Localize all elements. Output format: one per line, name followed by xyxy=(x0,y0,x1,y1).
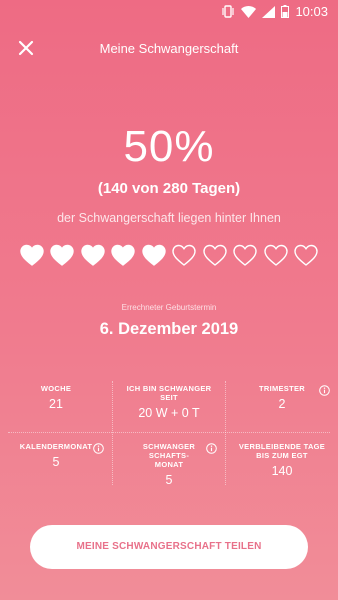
stat-verbleibende-tage: VERBLEIBENDE TAGE BIS ZUM EGT 140 xyxy=(226,433,338,489)
stat-label: WOCHE xyxy=(40,384,72,393)
stat-trimester: TRIMESTER 2 xyxy=(226,375,338,431)
stat-woche: WOCHE 21 xyxy=(0,375,112,431)
progress-days: (140 von 280 Tagen) xyxy=(97,180,241,197)
stat-value: 20 W + 0 T xyxy=(138,406,200,420)
vibrate-icon xyxy=(221,5,235,18)
heart-outline-icon xyxy=(172,244,196,266)
status-time: 10:03 xyxy=(295,4,328,19)
info-icon[interactable] xyxy=(206,443,217,454)
progress-percent: 50% xyxy=(123,122,215,171)
heart-filled-icon xyxy=(142,244,166,266)
stat-label: VERBLEIBENDE TAGE BIS ZUM EGT xyxy=(238,442,326,460)
header: Meine Schwangerschaft xyxy=(0,30,338,66)
stats-grid: WOCHE 21 ICH BIN SCHWANGER SEIT 20 W + 0… xyxy=(0,375,338,491)
hearts-progress xyxy=(20,244,318,266)
stat-schwangerschaftsmonat: SCHWANGER SCHAFTS- MONAT 5 xyxy=(113,433,225,489)
info-icon[interactable] xyxy=(319,385,330,396)
stat-value: 5 xyxy=(52,455,60,469)
heart-filled-icon xyxy=(20,244,44,266)
heart-filled-icon xyxy=(50,244,75,266)
stat-schwanger-seit: ICH BIN SCHWANGER SEIT 20 W + 0 T xyxy=(113,375,225,431)
stat-value: 5 xyxy=(165,473,173,487)
due-date: 6. Dezember 2019 xyxy=(99,320,239,338)
battery-icon xyxy=(281,5,290,18)
status-bar: 10:03 xyxy=(0,0,338,24)
stat-value: 21 xyxy=(49,397,63,411)
wifi-icon xyxy=(241,5,257,18)
info-icon[interactable] xyxy=(93,443,104,454)
heart-outline-icon xyxy=(202,244,227,266)
heart-outline-icon xyxy=(233,244,257,266)
heart-outline-icon xyxy=(294,244,318,266)
page-title: Meine Schwangerschaft xyxy=(99,41,239,56)
heart-outline-icon xyxy=(263,244,288,266)
heart-filled-icon xyxy=(81,244,105,266)
stat-value: 2 xyxy=(278,397,286,411)
stat-kalendermonat: KALENDERMONAT 5 xyxy=(0,433,112,489)
signal-icon xyxy=(262,5,276,18)
share-button[interactable]: MEINE SCHWANGERSCHAFT TEILEN xyxy=(30,525,308,569)
stat-value: 140 xyxy=(271,464,293,478)
stat-label: ICH BIN SCHWANGER SEIT xyxy=(126,384,212,402)
progress-subtitle: der Schwangerschaft liegen hinter Ihnen xyxy=(57,211,281,225)
heart-filled-icon xyxy=(111,244,136,266)
due-date-label: Errechneter Geburtstermin xyxy=(121,303,217,312)
